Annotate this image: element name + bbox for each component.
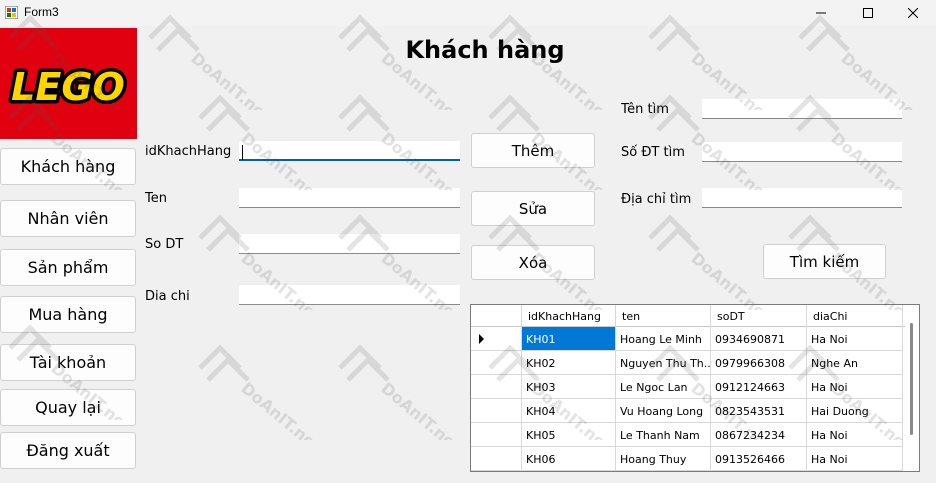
nav-logout-button[interactable]: Đăng xuất — [0, 432, 136, 469]
row-header[interactable] — [471, 375, 522, 399]
table-cell[interactable]: Ha Noi — [807, 327, 903, 351]
table-cell[interactable]: 0867234234 — [711, 423, 807, 447]
phone-label: So DT — [145, 237, 184, 252]
lego-logo-image: LEGO — [0, 28, 137, 139]
window-title: Form3 — [24, 5, 59, 19]
close-button[interactable] — [890, 0, 936, 26]
table-cell[interactable]: Le Ngoc Lan — [616, 375, 711, 399]
grid-corner — [471, 305, 522, 327]
table-cell[interactable]: Vu Hoang Long — [616, 399, 711, 423]
table-cell[interactable]: KH04 — [522, 399, 616, 423]
table-cell[interactable]: KH01 — [522, 327, 616, 351]
table-row[interactable]: KH03 Le Ngoc Lan 0912124663 Ha Noi — [471, 375, 905, 399]
search-name-label: Tên tìm — [621, 102, 669, 117]
table-row[interactable]: KH02 Nguyen Thu Th... 0979966308 Nghe An — [471, 351, 905, 375]
app-icon — [5, 6, 18, 19]
column-header[interactable]: ten — [616, 305, 711, 327]
delete-button[interactable]: Xóa — [471, 245, 595, 280]
minimize-icon — [816, 12, 826, 14]
nav-employees-button[interactable]: Nhân viên — [0, 200, 136, 237]
row-header[interactable] — [471, 447, 522, 471]
table-cell[interactable]: 0934690871 — [711, 327, 807, 351]
table-cell[interactable]: 0979966308 — [711, 351, 807, 375]
column-header[interactable]: soDT — [711, 305, 807, 327]
table-cell[interactable]: KH03 — [522, 375, 616, 399]
title-bar: Form3 — [0, 0, 936, 26]
svg-text:DoAnIT.net: DoAnIT.net — [377, 379, 465, 440]
id-input[interactable] — [239, 141, 460, 161]
row-header[interactable] — [471, 351, 522, 375]
nav-back-button[interactable]: Quay lại — [0, 389, 136, 426]
id-label: idKhachHang — [145, 144, 232, 159]
row-header[interactable] — [471, 399, 522, 423]
table-cell[interactable]: Ha Noi — [807, 423, 903, 447]
table-cell[interactable]: Ha Noi — [807, 375, 903, 399]
close-icon — [908, 8, 918, 18]
table-cell[interactable]: Hoang Le Minh — [616, 327, 711, 351]
row-header[interactable] — [471, 423, 522, 447]
address-input[interactable] — [239, 285, 460, 305]
nav-products-button[interactable]: Sản phẩm — [0, 249, 136, 286]
column-header[interactable]: diaChi — [807, 305, 903, 327]
phone-input[interactable] — [239, 234, 460, 254]
watermark: DoAnIT.net — [780, 80, 930, 207]
nav-accounts-button[interactable]: Tài khoản — [0, 344, 136, 381]
table-row[interactable]: KH06 Hoang Thuy 0913526466 Ha Noi — [471, 447, 905, 471]
search-phone-label: Số ĐT tìm — [621, 145, 685, 160]
row-header[interactable] — [471, 327, 522, 351]
table-cell[interactable]: 0912124663 — [711, 375, 807, 399]
add-button[interactable]: Thêm — [471, 133, 595, 168]
table-cell[interactable]: Nguyen Thu Th... — [616, 351, 711, 375]
nav-purchases-button[interactable]: Mua hàng — [0, 296, 136, 333]
watermark: DoAnIT.net — [190, 80, 340, 207]
table-row[interactable]: KH01 Hoang Le Minh 0934690871 Ha Noi — [471, 327, 905, 351]
svg-text:DoAnIT.net: DoAnIT.net — [187, 49, 275, 110]
name-label: Ten — [145, 191, 167, 206]
table-row[interactable]: KH05 Le Thanh Nam 0867234234 Ha Noi — [471, 423, 905, 447]
grid-header: idKhachHang ten soDT diaChi — [471, 305, 905, 327]
page-title: Khách hàng — [405, 36, 565, 64]
table-cell[interactable]: KH02 — [522, 351, 616, 375]
table-row[interactable]: KH04 Vu Hoang Long 0823543531 Hai Duong — [471, 399, 905, 423]
watermark: DoAnIT.net — [330, 80, 480, 207]
nav-customers-button[interactable]: Khách hàng — [0, 148, 136, 185]
search-phone-input[interactable] — [702, 142, 902, 162]
maximize-icon — [863, 8, 873, 18]
table-cell[interactable]: Le Thanh Nam — [616, 423, 711, 447]
maximize-button[interactable] — [845, 0, 891, 26]
name-input[interactable] — [239, 188, 460, 208]
svg-text:LEGO: LEGO — [11, 65, 125, 109]
search-address-input[interactable] — [702, 188, 902, 208]
table-cell[interactable]: Hoang Thuy — [616, 447, 711, 471]
minimize-button[interactable] — [798, 0, 844, 26]
table-cell[interactable]: Ha Noi — [807, 447, 903, 471]
address-label: Dia chi — [145, 289, 190, 304]
table-cell[interactable]: 0823543531 — [711, 399, 807, 423]
column-header[interactable]: idKhachHang — [522, 305, 616, 327]
grid-scrollbar[interactable] — [905, 305, 919, 471]
table-cell[interactable]: Hai Duong — [807, 399, 903, 423]
svg-text:DoAnIT.net: DoAnIT.net — [237, 379, 325, 440]
watermark: DoAnIT.net — [330, 330, 480, 457]
lego-logo: LEGO — [0, 28, 137, 139]
customer-grid[interactable]: idKhachHang ten soDT diaChi KH01 Hoang Le… — [470, 304, 920, 472]
table-cell[interactable]: KH05 — [522, 423, 616, 447]
search-address-label: Địa chỉ tìm — [621, 192, 692, 207]
current-row-arrow-icon — [479, 334, 484, 344]
search-name-input[interactable] — [702, 99, 902, 119]
table-cell[interactable]: 0913526466 — [711, 447, 807, 471]
edit-button[interactable]: Sửa — [471, 191, 595, 226]
watermark: DoAnIT.net — [640, 80, 790, 207]
search-button[interactable]: Tìm kiếm — [763, 244, 886, 279]
watermark: DoAnIT.net — [190, 330, 340, 457]
table-cell[interactable]: Nghe An — [807, 351, 903, 375]
table-cell[interactable]: KH06 — [522, 447, 616, 471]
text-caret — [242, 145, 243, 160]
scrollbar-thumb[interactable] — [910, 323, 913, 435]
